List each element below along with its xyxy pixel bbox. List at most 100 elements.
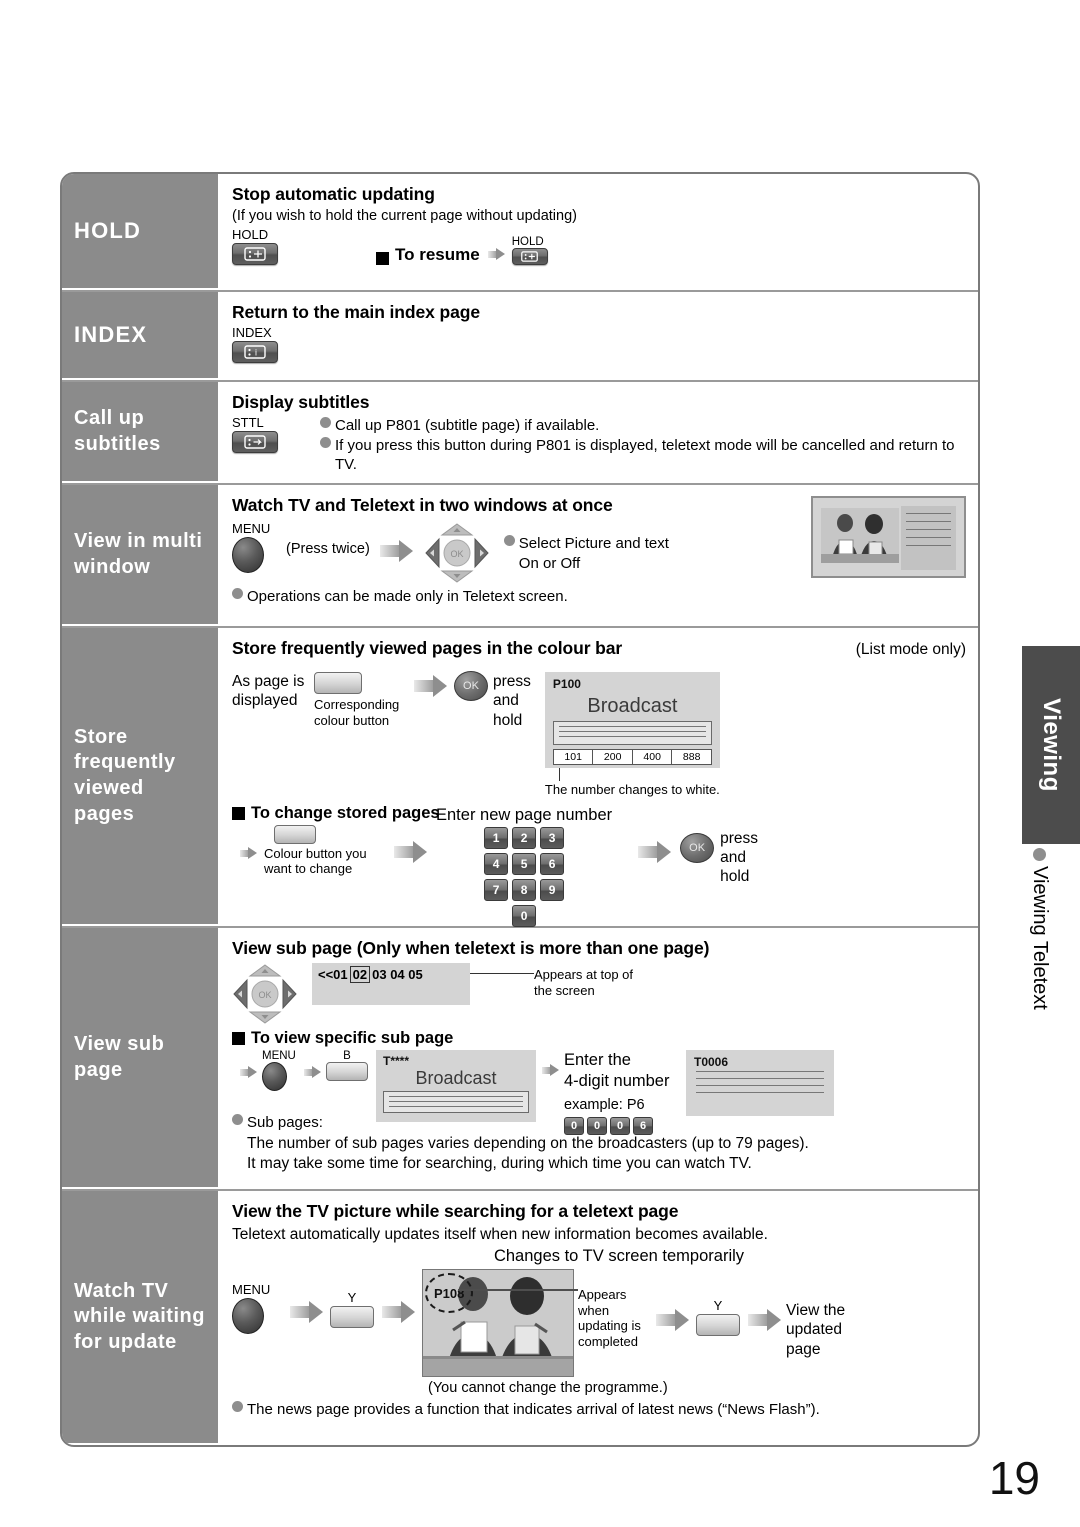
press-hold-3: hold xyxy=(720,868,750,886)
right-arrow-icon xyxy=(382,1301,416,1323)
ok-button[interactable]: OK xyxy=(680,832,715,863)
sttl-button-caption: STTL xyxy=(232,415,264,430)
bullet-dot-icon xyxy=(320,436,331,448)
view-updated-line3: page xyxy=(786,1340,821,1358)
bullet-dot-icon xyxy=(232,588,243,599)
right-arrow-icon xyxy=(638,840,672,863)
keypad-key[interactable]: 1 xyxy=(484,827,509,850)
keypad-key[interactable]: 8 xyxy=(512,879,537,902)
multi-window-tv-preview-icon xyxy=(811,496,966,578)
svg-text:OK: OK xyxy=(258,990,271,1000)
index-remote-button-icon[interactable]: i xyxy=(232,341,278,364)
sub-pages-line1: The number of sub pages varies depending… xyxy=(247,1135,809,1153)
side-tab-sub-label-wrap: Viewing Teletext xyxy=(1028,848,1051,1010)
right-arrow-icon xyxy=(290,1301,324,1323)
section-subtitles: Call up subtitles Display subtitles STTL… xyxy=(62,382,978,485)
sttl-remote-button-icon[interactable] xyxy=(232,431,278,454)
keypad-key[interactable]: 2 xyxy=(512,827,537,850)
example-key[interactable]: 0 xyxy=(610,1117,630,1136)
list-item: Operations can be made only in Teletext … xyxy=(232,588,966,607)
list-item: If you press this button during P801 is … xyxy=(320,436,966,475)
sub-pages-line2: It may take some time for searching, dur… xyxy=(247,1154,752,1172)
number-white-note: The number changes to white. xyxy=(544,782,720,797)
keypad-key[interactable]: 0 xyxy=(512,905,537,928)
colour-remote-button-icon[interactable] xyxy=(330,1306,374,1329)
keypad-key[interactable]: 5 xyxy=(512,853,537,876)
example-key[interactable]: 6 xyxy=(633,1117,653,1136)
dpad-navigation-icon[interactable]: OK xyxy=(424,522,490,584)
press-hold-1: press xyxy=(720,829,759,847)
colour-bar-cell: 888 xyxy=(682,751,701,763)
press-hold-2: and xyxy=(493,692,519,710)
section-label-text: Call up subtitles xyxy=(74,406,161,455)
hold-remote-button-icon[interactable] xyxy=(511,248,548,266)
menu-button-caption: MENU xyxy=(232,521,271,536)
colour-caption-line1: Corresponding xyxy=(314,697,400,712)
colour-remote-button-icon[interactable] xyxy=(326,1062,368,1081)
colour-remote-button-icon[interactable] xyxy=(314,672,362,694)
change-caption-line1: Colour button you xyxy=(264,845,367,861)
press-twice-note: (Press twice) xyxy=(286,541,370,557)
appears-note: Appears at top of the screen xyxy=(534,967,633,998)
press-hold-3: hold xyxy=(493,711,523,729)
dpad-navigation-icon[interactable]: OK xyxy=(232,963,298,1025)
keypad-key[interactable]: 3 xyxy=(540,827,565,850)
tv-text-lines xyxy=(383,1091,529,1113)
section-title: Display subtitles xyxy=(232,392,370,412)
colour-bar-cell: 400 xyxy=(633,750,673,764)
right-arrow-icon xyxy=(487,248,506,261)
keypad-key[interactable]: 7 xyxy=(484,879,509,902)
manual-page-frame: HOLD Stop automatic updating (If you wis… xyxy=(60,172,980,1447)
colour-remote-button-icon[interactable] xyxy=(696,1314,740,1337)
section-label-text: View sub page xyxy=(74,1032,165,1081)
section-label-text: View in multi window xyxy=(74,529,203,578)
keypad-key[interactable]: 9 xyxy=(540,879,565,902)
right-arrow-icon xyxy=(394,840,428,863)
section-content-watch-tv: View the TV picture while searching for … xyxy=(220,1191,978,1445)
example-key[interactable]: 0 xyxy=(564,1117,584,1136)
bullet-text: Call up P801 (subtitle page) if availabl… xyxy=(335,417,600,434)
tv-newsroom-photo-icon xyxy=(821,508,899,563)
colour-bar: 101 200 400 888 xyxy=(552,749,712,765)
hold-button-caption: HOLD xyxy=(232,227,269,242)
news-flash-text: The news page provides a function that i… xyxy=(247,1401,820,1419)
bullet-square-icon xyxy=(232,806,245,820)
appears-line2: when xyxy=(578,1302,610,1318)
right-arrow-icon xyxy=(304,1066,322,1079)
keypad-key[interactable]: 6 xyxy=(540,853,565,876)
subpage-tv-mock-2: T0006 xyxy=(686,1050,834,1116)
sub-head-text: To view specific sub page xyxy=(251,1029,454,1047)
colour-bar-cell: 101 xyxy=(554,750,594,764)
change-colour-caption: Colour button you want to change xyxy=(264,846,394,877)
right-arrow-icon xyxy=(240,1066,258,1079)
colour-caption-line2: colour button xyxy=(314,712,390,728)
resume-button-caption: HOLD xyxy=(511,236,544,249)
broadcast-label: Broadcast xyxy=(587,695,678,717)
menu-round-button-icon[interactable] xyxy=(232,537,264,574)
colour-remote-button-icon[interactable] xyxy=(274,824,316,844)
view-updated-line2: updated xyxy=(786,1321,843,1339)
menu-round-button-icon[interactable] xyxy=(262,1062,287,1091)
updating-tv-mock: P108 xyxy=(422,1269,578,1377)
hold-remote-button-icon[interactable] xyxy=(232,243,278,266)
subpage-prefix: <<01 xyxy=(318,967,348,982)
stored-page-tv-mock: P100 Broadcast 101 200 400 888 xyxy=(544,672,720,768)
sub-pages-label: Sub pages: xyxy=(247,1114,323,1132)
section-label-sub-page: View sub page xyxy=(62,928,220,1189)
section-subtitle: Teletext automatically updates itself wh… xyxy=(232,1226,768,1243)
page-number: 19 xyxy=(988,1452,1040,1504)
appears-line1: Appears at top of xyxy=(534,967,634,982)
as-page-displayed-label: As page is displayed xyxy=(232,672,314,711)
menu-round-button-icon[interactable] xyxy=(232,1298,264,1335)
svg-text:OK: OK xyxy=(450,549,463,559)
menu-button-caption: MENU xyxy=(232,1282,271,1297)
section-label-subtitles: Call up subtitles xyxy=(62,382,220,483)
side-tab-sub-label: Viewing Teletext xyxy=(1029,866,1051,1010)
bullet-square-icon xyxy=(376,252,389,266)
ok-button[interactable]: OK xyxy=(454,671,488,701)
keypad-key[interactable]: 4 xyxy=(484,853,509,876)
section-hold: HOLD Stop automatic updating (If you wis… xyxy=(62,174,978,292)
example-key[interactable]: 0 xyxy=(587,1117,607,1136)
enter-4digit-label: Enter the 4-digit number xyxy=(564,1050,684,1091)
list-item: Call up P801 (subtitle page) if availabl… xyxy=(320,417,966,436)
